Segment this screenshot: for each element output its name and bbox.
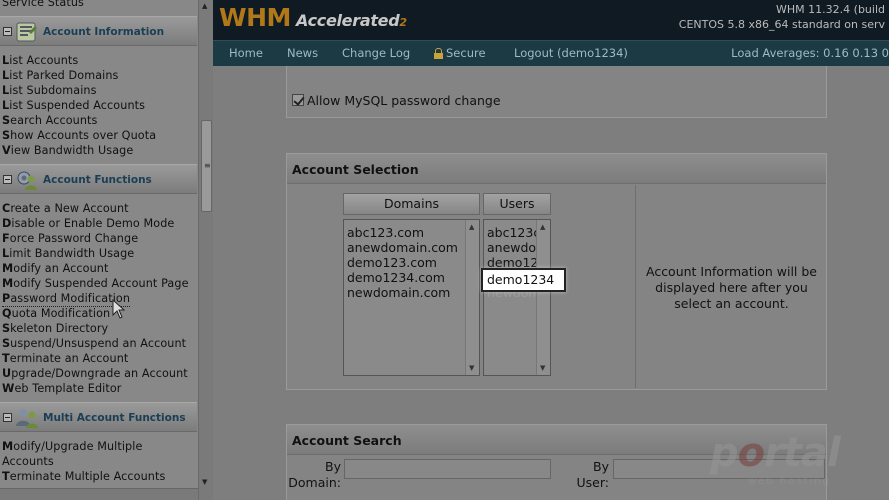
portal-watermark: portal <box>710 430 841 476</box>
sidebar-item-force-password-change[interactable]: Force Password Change <box>2 232 138 246</box>
multi-account-icon <box>16 409 38 428</box>
collapse-icon[interactable] <box>3 413 12 422</box>
domains-listbox[interactable]: abc123.com anewdomain.com demo123.com de… <box>343 219 480 376</box>
scroll-down-icon[interactable]: ▼ <box>469 364 474 372</box>
domain-option[interactable]: abc123.com <box>347 225 424 240</box>
account-search-title: Account Search <box>292 433 402 448</box>
users-column-header: Users <box>483 193 551 215</box>
column-divider <box>635 185 636 388</box>
domain-option[interactable]: newdomain.com <box>347 285 450 300</box>
domain-option[interactable]: demo1234.com <box>347 270 445 285</box>
sidebar-item-list-accounts[interactable]: List Accounts <box>2 54 78 68</box>
sidebar-item-service-status[interactable]: Service Status <box>2 0 84 10</box>
top-nav: Home News Change Log Secure Logout (demo… <box>213 40 889 66</box>
account-selection-header: Account Selection <box>287 154 826 184</box>
collapse-icon[interactable] <box>3 27 12 36</box>
allow-mysql-checkbox[interactable] <box>292 94 304 106</box>
section-multi-account-functions[interactable]: Multi Account Functions <box>0 402 197 432</box>
section-account-functions[interactable]: Account Functions <box>0 164 197 194</box>
os-info: CENTOS 5.8 x86_64 standard on serv <box>678 18 885 31</box>
scroll-down-icon[interactable]: ▼ <box>202 478 207 486</box>
version-info: WHM 11.32.4 (build <box>776 3 885 16</box>
sidebar-item-list-subdomains[interactable]: List Subdomains <box>2 84 97 98</box>
search-domain-input[interactable] <box>344 459 551 479</box>
sidebar-scrollbar[interactable]: ▲ ≡ ▼ <box>198 0 213 500</box>
scroll-down-icon[interactable]: ▼ <box>540 364 545 372</box>
logo-accelerated: Accelerated <box>295 11 400 30</box>
user-option[interactable]: abc123c <box>487 225 540 240</box>
sidebar-item-modify-upgrade-multiple-cont[interactable]: Accounts <box>2 455 54 469</box>
sidebar-item-web-template-editor[interactable]: Web Template Editor <box>2 382 122 396</box>
sidebar-item-create-new-account[interactable]: Create a New Account <box>2 202 129 216</box>
lock-icon <box>434 48 443 59</box>
section-title: Account Functions <box>43 174 152 186</box>
sidebar-item-disable-enable-demo-mode[interactable]: Disable or Enable Demo Mode <box>2 217 174 231</box>
domains-column-header: Domains <box>343 193 480 215</box>
sidebar-item-terminate-multiple[interactable]: Terminate Multiple Accounts <box>2 470 165 484</box>
sidebar-item-suspend-unsuspend[interactable]: Suspend/Unsuspend an Account <box>2 337 186 351</box>
scroll-up-icon[interactable]: ▲ <box>540 223 545 231</box>
sidebar-item-terminate-account[interactable]: Terminate an Account <box>2 352 128 366</box>
mysql-options-box: Allow MySQL password change <box>286 66 827 118</box>
sidebar-horizontal-scrollbar[interactable] <box>0 488 198 500</box>
by-domain-label-line2: Domain: <box>288 475 341 490</box>
sidebar-item-show-accounts-over-quota[interactable]: Show Accounts over Quota <box>2 129 156 143</box>
nav-home[interactable]: Home <box>229 46 263 60</box>
by-domain-label-line1: By <box>325 459 341 474</box>
sidebar-item-password-modification[interactable]: Password Modification <box>2 292 131 307</box>
nav-change-log[interactable]: Change Log <box>342 46 410 60</box>
logo-num: 2 <box>399 16 408 29</box>
sidebar-item-modify-account[interactable]: Modify an Account <box>2 262 108 276</box>
domain-option[interactable]: demo123.com <box>347 255 437 270</box>
by-user-label-line1: By <box>593 459 609 474</box>
mouse-cursor-icon <box>112 299 126 319</box>
sidebar-item-upgrade-downgrade[interactable]: Upgrade/Downgrade an Account <box>2 367 188 381</box>
scroll-up-icon[interactable]: ▲ <box>469 223 474 231</box>
sidebar: Service Status Account Information List … <box>0 0 213 500</box>
section-account-information[interactable]: Account Information <box>0 16 197 46</box>
load-averages: Load Averages: 0.16 0.13 0 <box>731 46 889 60</box>
by-user-label-line2: User: <box>576 475 609 490</box>
allow-mysql-label: Allow MySQL password change <box>307 93 501 108</box>
grip-icon: ≡ <box>204 161 211 170</box>
by-user-label: By User: <box>557 459 609 491</box>
users-listbox[interactable]: abc123c anewdoma demo123 demo1234 newdom… <box>483 219 551 376</box>
logo-whm: WHM <box>219 3 291 32</box>
scroll-up-icon[interactable]: ▲ <box>202 2 207 10</box>
sidebar-item-search-accounts[interactable]: Search Accounts <box>2 114 97 128</box>
nav-logout[interactable]: Logout (demo1234) <box>514 46 628 60</box>
nav-news[interactable]: News <box>287 46 318 60</box>
account-info-placeholder: Account Information will be displayed he… <box>645 264 817 311</box>
users-scrollbar[interactable]: ▲ ▼ <box>536 220 550 375</box>
sidebar-item-limit-bandwidth-usage[interactable]: Limit Bandwidth Usage <box>2 247 134 261</box>
nav-secure-label: Secure <box>446 46 486 60</box>
sidebar-item-list-parked-domains[interactable]: List Parked Domains <box>2 69 118 83</box>
sidebar-item-modify-suspended-account-page[interactable]: Modify Suspended Account Page <box>2 277 189 291</box>
account-selection-title: Account Selection <box>292 162 419 177</box>
sidebar-content: Service Status Account Information List … <box>0 0 198 500</box>
sidebar-item-quota-modification[interactable]: Quota Modification <box>2 307 110 321</box>
sidebar-item-skeleton-directory[interactable]: Skeleton Directory <box>2 322 108 336</box>
watermark-subtitle: web hosting <box>748 476 831 487</box>
selected-user-highlight[interactable]: demo1234 <box>481 268 566 292</box>
scrollbar-thumb[interactable]: ≡ <box>201 120 212 212</box>
by-domain-label: By Domain: <box>287 459 341 491</box>
domains-scrollbar[interactable]: ▲ ▼ <box>465 220 479 375</box>
account-functions-icon <box>17 171 37 190</box>
section-title: Account Information <box>43 26 165 38</box>
mysql-option-row[interactable]: Allow MySQL password change <box>292 93 501 108</box>
sidebar-item-list-suspended-accounts[interactable]: List Suspended Accounts <box>2 99 145 113</box>
domain-option[interactable]: anewdomain.com <box>347 240 458 255</box>
header: WHM Accelerated2 WHM 11.32.4 (build CENT… <box>213 0 889 40</box>
sidebar-item-modify-upgrade-multiple[interactable]: Modify/Upgrade Multiple <box>2 440 142 454</box>
account-information-icon <box>16 22 37 42</box>
nav-secure[interactable]: Secure <box>434 46 486 60</box>
whm-logo[interactable]: WHM Accelerated2 <box>219 3 407 32</box>
collapse-icon[interactable] <box>3 175 12 184</box>
sidebar-item-view-bandwidth-usage[interactable]: View Bandwidth Usage <box>2 144 133 158</box>
section-title: Multi Account Functions <box>43 412 186 424</box>
